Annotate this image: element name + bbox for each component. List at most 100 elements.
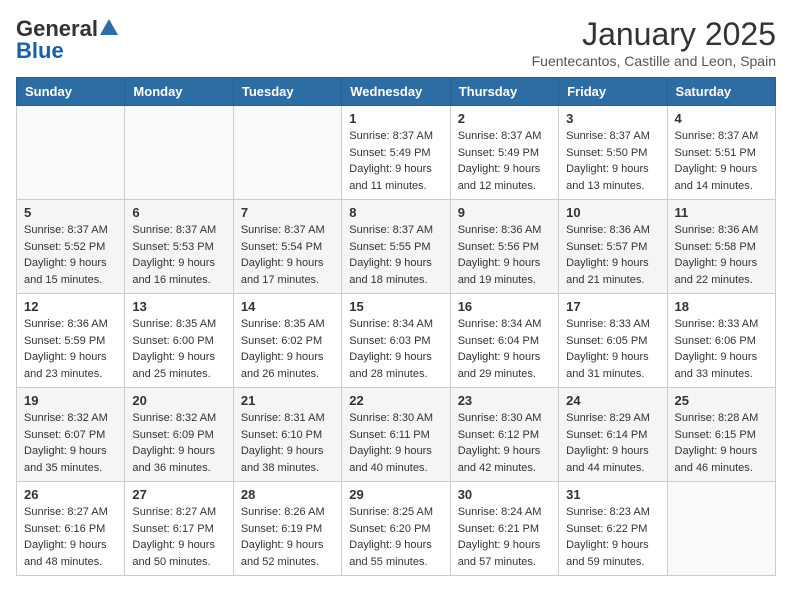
day-number: 25 [675,393,768,408]
calendar-cell: 1Sunrise: 8:37 AM Sunset: 5:49 PM Daylig… [342,106,450,200]
day-header-thursday: Thursday [450,78,558,106]
calendar-cell: 7 Sunrise: 8:37 AM Sunset: 5:54 PM Daylig… [233,200,341,294]
logo-blue-text: Blue [16,38,64,64]
month-title: January 2025 [532,16,776,53]
day-info: Sunrise: 8:33 AM Sunset: 6:06 PM Dayligh… [675,316,768,382]
calendar-cell: 25 Sunrise: 8:28 AM Sunset: 6:15 PM Dayli… [667,388,775,482]
calendar-cell: 29 Sunrise: 8:25 AM Sunset: 6:20 PM Dayli… [342,482,450,576]
calendar-cell: 8 Sunrise: 8:37 AM Sunset: 5:55 PM Daylig… [342,200,450,294]
calendar-cell [233,106,341,200]
calendar-week-row: 19 Sunrise: 8:32 AM Sunset: 6:07 PM Dayli… [17,388,776,482]
day-info: Sunrise: 8:34 AM Sunset: 6:03 PM Dayligh… [349,316,442,382]
day-info: Sunrise: 8:32 AM Sunset: 6:09 PM Dayligh… [132,410,225,476]
day-info: Sunrise: 8:36 AM Sunset: 5:59 PM Dayligh… [24,316,117,382]
day-number: 8 [349,205,442,220]
logo: General Blue [16,16,118,64]
day-info: Sunrise: 8:28 AM Sunset: 6:15 PM Dayligh… [675,410,768,476]
calendar-cell: 10 Sunrise: 8:36 AM Sunset: 5:57 PM Dayli… [559,200,667,294]
day-info: Sunrise: 8:31 AM Sunset: 6:10 PM Dayligh… [241,410,334,476]
calendar-cell: 15 Sunrise: 8:34 AM Sunset: 6:03 PM Dayli… [342,294,450,388]
calendar-cell: 5 Sunrise: 8:37 AM Sunset: 5:52 PM Daylig… [17,200,125,294]
day-number: 23 [458,393,551,408]
day-number: 12 [24,299,117,314]
day-info: Sunrise: 8:25 AM Sunset: 6:20 PM Dayligh… [349,504,442,570]
calendar-cell: 3Sunrise: 8:37 AM Sunset: 5:50 PM Daylig… [559,106,667,200]
calendar-cell: 4 Sunrise: 8:37 AM Sunset: 5:51 PM Daylig… [667,106,775,200]
day-number: 14 [241,299,334,314]
day-header-friday: Friday [559,78,667,106]
day-number: 24 [566,393,659,408]
day-number: 1 [349,111,442,126]
day-number: 15 [349,299,442,314]
day-info: Sunrise: 8:26 AM Sunset: 6:19 PM Dayligh… [241,504,334,570]
day-info: Sunrise: 8:27 AM Sunset: 6:17 PM Dayligh… [132,504,225,570]
day-number: 18 [675,299,768,314]
day-info: Sunrise: 8:37 AM Sunset: 5:54 PM Dayligh… [241,222,334,288]
calendar-cell: 12 Sunrise: 8:36 AM Sunset: 5:59 PM Dayli… [17,294,125,388]
day-number: 6 [132,205,225,220]
calendar-cell: 17 Sunrise: 8:33 AM Sunset: 6:05 PM Dayli… [559,294,667,388]
day-number: 27 [132,487,225,502]
day-number: 5 [24,205,117,220]
day-number: 28 [241,487,334,502]
day-header-monday: Monday [125,78,233,106]
day-info: Sunrise: 8:32 AM Sunset: 6:07 PM Dayligh… [24,410,117,476]
calendar-cell: 14 Sunrise: 8:35 AM Sunset: 6:02 PM Dayli… [233,294,341,388]
day-info: Sunrise: 8:36 AM Sunset: 5:56 PM Dayligh… [458,222,551,288]
calendar-cell: 28 Sunrise: 8:26 AM Sunset: 6:19 PM Dayli… [233,482,341,576]
day-info: Sunrise: 8:36 AM Sunset: 5:57 PM Dayligh… [566,222,659,288]
page-header: General Blue January 2025 Fuentecantos, … [16,16,776,69]
day-number: 13 [132,299,225,314]
calendar-cell: 26Sunrise: 8:27 AM Sunset: 6:16 PM Dayli… [17,482,125,576]
day-info: Sunrise: 8:37 AM Sunset: 5:52 PM Dayligh… [24,222,117,288]
day-number: 29 [349,487,442,502]
calendar-cell: 2 Sunrise: 8:37 AM Sunset: 5:49 PM Daylig… [450,106,558,200]
day-info: Sunrise: 8:27 AM Sunset: 6:16 PM Dayligh… [24,504,117,570]
calendar-header-row: SundayMondayTuesdayWednesdayThursdayFrid… [17,78,776,106]
calendar-cell: 27 Sunrise: 8:27 AM Sunset: 6:17 PM Dayli… [125,482,233,576]
calendar-week-row: 5 Sunrise: 8:37 AM Sunset: 5:52 PM Daylig… [17,200,776,294]
calendar-cell [17,106,125,200]
day-number: 31 [566,487,659,502]
calendar-cell: 19 Sunrise: 8:32 AM Sunset: 6:07 PM Dayli… [17,388,125,482]
day-header-saturday: Saturday [667,78,775,106]
day-info: Sunrise: 8:33 AM Sunset: 6:05 PM Dayligh… [566,316,659,382]
day-header-wednesday: Wednesday [342,78,450,106]
logo-triangle-icon [100,19,118,35]
day-header-tuesday: Tuesday [233,78,341,106]
day-number: 7 [241,205,334,220]
day-number: 10 [566,205,659,220]
calendar-cell: 22Sunrise: 8:30 AM Sunset: 6:11 PM Dayli… [342,388,450,482]
calendar-cell: 20Sunrise: 8:32 AM Sunset: 6:09 PM Dayli… [125,388,233,482]
calendar-cell: 23 Sunrise: 8:30 AM Sunset: 6:12 PM Dayli… [450,388,558,482]
calendar-week-row: 26Sunrise: 8:27 AM Sunset: 6:16 PM Dayli… [17,482,776,576]
day-info: Sunrise: 8:30 AM Sunset: 6:12 PM Dayligh… [458,410,551,476]
day-number: 2 [458,111,551,126]
day-info: Sunrise: 8:24 AM Sunset: 6:21 PM Dayligh… [458,504,551,570]
day-info: Sunrise: 8:37 AM Sunset: 5:55 PM Dayligh… [349,222,442,288]
day-info: Sunrise: 8:37 AM Sunset: 5:49 PM Dayligh… [458,128,551,194]
day-info: Sunrise: 8:30 AM Sunset: 6:11 PM Dayligh… [349,410,442,476]
calendar-table: SundayMondayTuesdayWednesdayThursdayFrid… [16,77,776,576]
day-info: Sunrise: 8:37 AM Sunset: 5:51 PM Dayligh… [675,128,768,194]
calendar-cell: 18 Sunrise: 8:33 AM Sunset: 6:06 PM Dayli… [667,294,775,388]
day-number: 19 [24,393,117,408]
day-header-sunday: Sunday [17,78,125,106]
day-number: 30 [458,487,551,502]
day-number: 4 [675,111,768,126]
calendar-cell: 11Sunrise: 8:36 AM Sunset: 5:58 PM Dayli… [667,200,775,294]
calendar-week-row: 12 Sunrise: 8:36 AM Sunset: 5:59 PM Dayli… [17,294,776,388]
day-number: 11 [675,205,768,220]
calendar-cell: 9 Sunrise: 8:36 AM Sunset: 5:56 PM Daylig… [450,200,558,294]
day-info: Sunrise: 8:23 AM Sunset: 6:22 PM Dayligh… [566,504,659,570]
day-number: 3 [566,111,659,126]
day-info: Sunrise: 8:34 AM Sunset: 6:04 PM Dayligh… [458,316,551,382]
day-info: Sunrise: 8:35 AM Sunset: 6:02 PM Dayligh… [241,316,334,382]
calendar-cell: 24Sunrise: 8:29 AM Sunset: 6:14 PM Dayli… [559,388,667,482]
calendar-cell [125,106,233,200]
day-number: 9 [458,205,551,220]
calendar-week-row: 1 Sunrise: 8:37 AM Sunset: 5:49 PM Daylig… [17,106,776,200]
day-number: 17 [566,299,659,314]
calendar-cell: 13Sunrise: 8:35 AM Sunset: 6:00 PM Dayli… [125,294,233,388]
calendar-cell: 6Sunrise: 8:37 AM Sunset: 5:53 PM Daylig… [125,200,233,294]
